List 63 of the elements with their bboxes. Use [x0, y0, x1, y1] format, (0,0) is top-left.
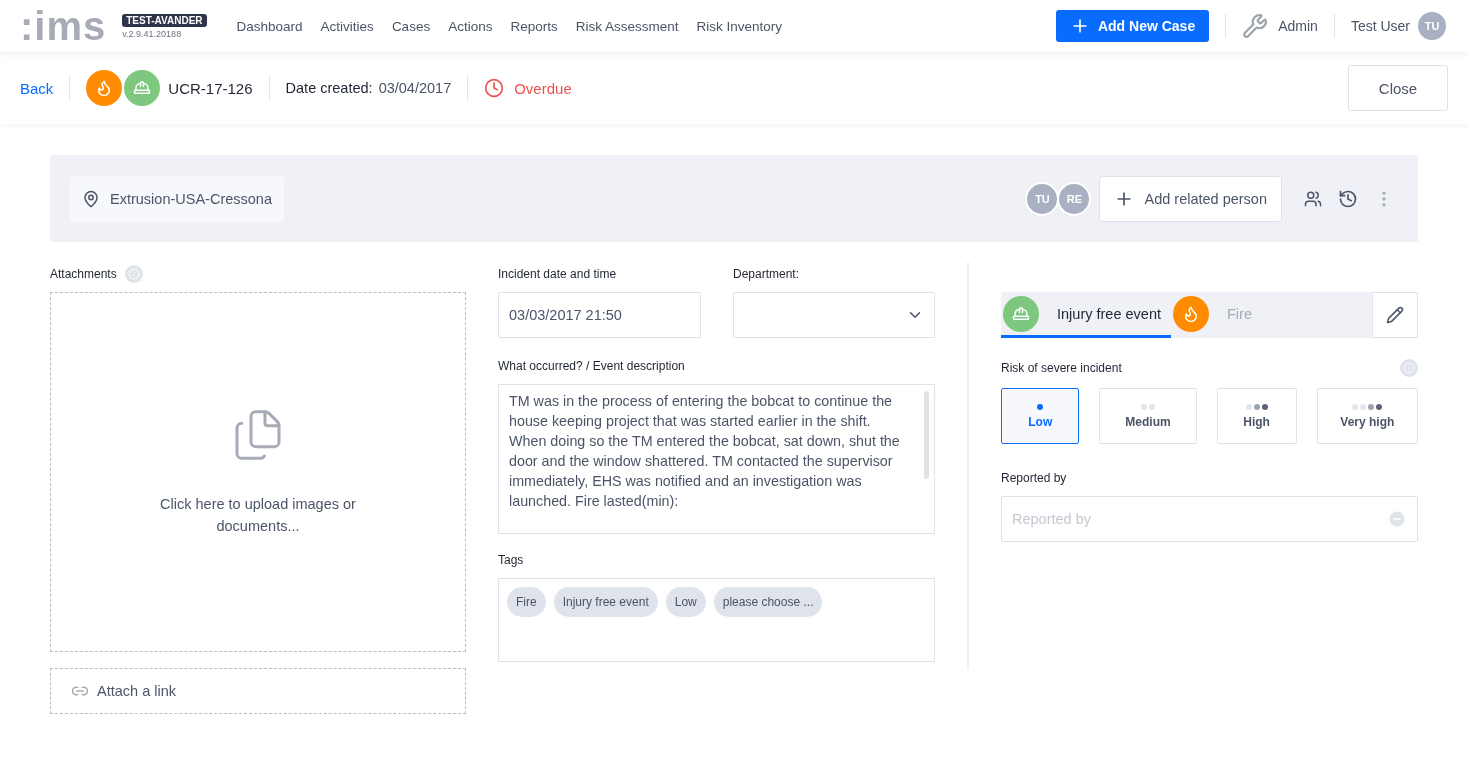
reported-by-label: Reported by [1001, 470, 1068, 487]
nav-link[interactable]: Risk Inventory [696, 18, 782, 34]
hard-hat-icon [124, 70, 161, 106]
clear-icon[interactable] [1387, 509, 1407, 529]
risk-level-option[interactable]: High [1216, 388, 1297, 444]
edit-button[interactable] [1372, 292, 1418, 338]
admin-link[interactable]: Admin [1278, 18, 1318, 34]
department-label: Department: [733, 266, 801, 283]
risk-level-option[interactable]: Very high [1316, 388, 1418, 444]
tag-chip[interactable]: Low [665, 587, 706, 617]
tools-icon[interactable] [1242, 13, 1269, 39]
tags-field[interactable]: Fire Injury free event Low please choose ... [498, 578, 935, 662]
close-button[interactable]: Close [1348, 65, 1448, 111]
risk-label: Risk of severe incident [1001, 361, 1122, 375]
logo: :ims [20, 6, 107, 46]
back-link[interactable]: Back [20, 79, 54, 97]
tag-chip[interactable]: Injury free event [553, 587, 658, 617]
tag-chip[interactable]: please choose ... [713, 587, 823, 617]
location-chip[interactable]: Extrusion-USA-Cressona [70, 175, 284, 222]
pencil-icon [1386, 306, 1404, 324]
level-dots-icon [1037, 403, 1044, 410]
tags-label: Tags [498, 552, 525, 569]
description-field[interactable] [498, 384, 935, 534]
overdue-status: Overdue [514, 79, 572, 97]
tag-chip[interactable]: Fire [507, 587, 546, 617]
level-dots-icon [1141, 403, 1155, 410]
nav-link[interactable]: Reports [510, 18, 558, 34]
user-name[interactable]: Test User [1350, 18, 1410, 34]
level-dots-icon [1245, 403, 1268, 410]
add-related-person-button[interactable]: Add related person [1099, 175, 1282, 222]
incident-date-label: Incident date and time [498, 266, 618, 283]
add-new-case-button[interactable]: Add New Case [1055, 10, 1210, 42]
attach-link-button[interactable]: Attach a link [50, 668, 466, 714]
clock-icon [484, 78, 505, 98]
flame-icon [86, 70, 123, 106]
department-dropdown[interactable] [733, 292, 935, 338]
location-text: Extrusion-USA-Cressona [110, 190, 272, 207]
nav-link[interactable]: Activities [320, 18, 374, 34]
info-icon[interactable] [124, 265, 143, 283]
flame-icon [1173, 295, 1209, 332]
level-dots-icon [1352, 403, 1383, 410]
upload-area[interactable]: Click here to upload images or documents... [50, 292, 466, 652]
risk-level-option[interactable]: Medium [1099, 388, 1197, 444]
date-created-value: 03/04/2017 [378, 80, 452, 96]
nav-link[interactable]: Actions [448, 18, 493, 34]
incident-date-field[interactable]: 03/03/2017 21:50 [498, 292, 701, 338]
risk-level-option[interactable]: Low [1001, 388, 1080, 444]
map-pin-icon [82, 189, 100, 208]
description-label: What occurred? / Event description [498, 358, 686, 375]
date-created-label: Date created: [285, 80, 373, 96]
environment-badge: TEST-AVANDER [122, 13, 207, 27]
version-text: v.2.9.41.20188 [122, 28, 183, 39]
nav-link[interactable]: Cases [391, 18, 431, 34]
nav-link[interactable]: Risk Assessment [575, 18, 679, 34]
attachments-label: Attachments [50, 267, 117, 281]
info-icon[interactable] [1400, 359, 1418, 377]
scrollbar[interactable] [924, 391, 929, 479]
upload-text: Click here to upload images or documents... [159, 495, 357, 536]
case-type-tab[interactable]: Injury free event [1001, 292, 1171, 338]
case-id: UCR-17-126 [168, 79, 253, 97]
nav-link[interactable]: Dashboard [236, 18, 303, 34]
hard-hat-icon [1003, 295, 1039, 332]
description-text: TM was in the process of entering the bobcat to continue the house keeping project that was started earlier in the shift. When doing so the TM entered the bobcat, sat down, shut the door and the window shattered. TM contacted the supervisor immediately, EHS was notified and an investigation was launched. Fire lasted(min): [509, 393, 900, 509]
